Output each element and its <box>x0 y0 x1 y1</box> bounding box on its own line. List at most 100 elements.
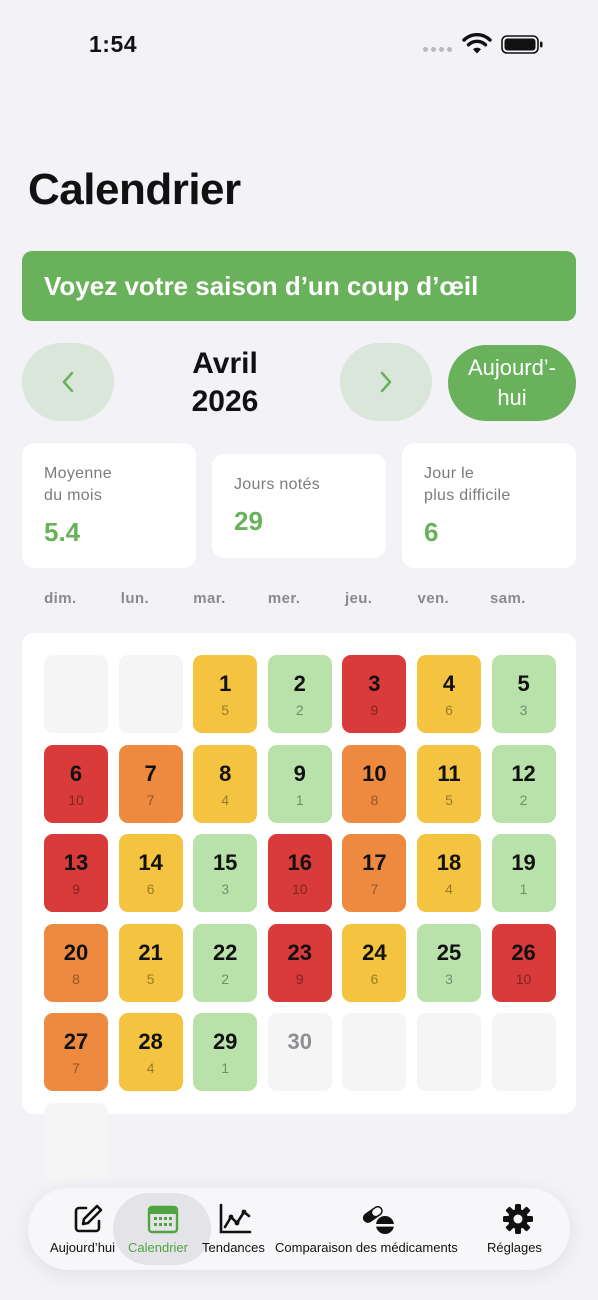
calendar-day-cell[interactable]: 53 <box>491 655 556 733</box>
calendar-day-cell[interactable]: 30 <box>267 1013 332 1091</box>
next-month-button[interactable] <box>340 343 432 421</box>
day-number: 1 <box>219 671 232 696</box>
day-number: 22 <box>212 939 238 965</box>
calendar-day-cell[interactable]: 17 7 <box>342 834 407 912</box>
calendar-day-cell[interactable]: 15 <box>193 655 258 733</box>
weekday-label: dim. <box>44 590 77 607</box>
tab-label: Réglages <box>487 1240 542 1255</box>
tab-bar: Aujourd’hui Calendrier Tendances Compara… <box>28 1188 570 1270</box>
tab-label: Tendances <box>202 1240 265 1255</box>
calendar-day-cell[interactable]: 91 <box>267 744 332 823</box>
gear-icon <box>503 1204 533 1234</box>
day-number: 7 <box>144 760 157 786</box>
calendar-day-cell[interactable]: 13 9 <box>44 834 108 912</box>
calendar-grid-card: 1 5 2 2 3 9 4 6 5 3 6 10 7 7 8 4 9 1 10 8 11 5 12 2 13 9 14 6 15 3 16 1… <box>22 633 576 1181</box>
day-score: 9 <box>295 970 304 987</box>
calendar-day-cell[interactable]: 84 <box>193 744 258 823</box>
calendar-day-cell[interactable]: 14 6 <box>118 834 183 912</box>
day-number: 26 <box>511 939 536 965</box>
season-banner: Voyez votre saison d’un coup d’œil <box>22 251 576 321</box>
day-number: 28 <box>138 1029 163 1054</box>
day-number: 24 <box>362 939 387 965</box>
stat-label: Moyenne <box>44 465 112 482</box>
day-number: 13 <box>63 850 89 875</box>
calendar-day-cell[interactable]: 27 7 <box>44 1013 108 1091</box>
calendar-day-cell[interactable]: 22 <box>267 655 332 733</box>
edit-icon <box>74 1204 103 1233</box>
calendar-day-cell[interactable]: 21 5 <box>118 923 183 1002</box>
calendar-day-cell[interactable]: 11 5 <box>416 744 481 823</box>
calendar-empty-cell <box>416 1013 481 1091</box>
stat-label: Jour le <box>424 465 475 482</box>
day-score: 6 <box>146 881 155 897</box>
day-score: 7 <box>72 1060 80 1076</box>
tab-today[interactable]: Aujourd’hui <box>50 1202 126 1262</box>
day-number: 16 <box>287 850 313 875</box>
calendar-empty-cell <box>342 1013 407 1091</box>
calendar-day-cell[interactable]: 16 10 <box>267 834 332 912</box>
day-score: 8 <box>72 970 80 987</box>
day-number: 14 <box>138 850 163 875</box>
day-number: 15 <box>212 850 238 875</box>
day-score: 4 <box>221 791 230 808</box>
day-score: 3 <box>519 702 528 718</box>
day-score: 4 <box>445 881 453 897</box>
stat-label: plus difficile <box>424 487 511 504</box>
calendar-day-cell[interactable]: 15 3 <box>193 834 258 912</box>
day-score: 5 <box>445 791 453 808</box>
day-number: 23 <box>287 939 313 965</box>
calendar-day-cell[interactable]: 46 <box>416 655 481 733</box>
day-score: 6 <box>370 970 379 987</box>
calendar-day-cell[interactable]: 29 1 <box>193 1013 258 1091</box>
day-number: 3 <box>368 671 381 696</box>
calendar-day-cell[interactable]: 22 2 <box>193 923 258 1002</box>
day-number: 9 <box>293 760 306 786</box>
month-title: Avril 2026 <box>150 345 300 421</box>
calendar-day-cell[interactable]: 19 1 <box>491 834 556 912</box>
day-score: 7 <box>146 791 155 808</box>
day-number: 19 <box>511 850 536 875</box>
calendar-day-cell[interactable]: 6 10 <box>44 744 108 823</box>
page-title: Calendrier <box>28 165 241 214</box>
calendar-day-cell[interactable]: 12 2 <box>491 744 556 823</box>
calendar-day-cell[interactable]: 25 3 <box>416 923 481 1002</box>
day-number: 8 <box>219 760 232 786</box>
weekday-label: ven. <box>417 590 450 607</box>
tab-calendar[interactable]: Calendrier <box>128 1202 212 1262</box>
day-score: 1 <box>519 881 528 897</box>
day-score: 3 <box>221 881 230 897</box>
calendar-day-cell[interactable]: 23 9 <box>267 923 332 1002</box>
calendar-day-cell[interactable]: 39 <box>342 655 407 733</box>
weekday-label: lun. <box>120 590 150 607</box>
calendar-day-cell[interactable]: 24 6 <box>342 923 407 1002</box>
today-button-line2: hui <box>497 385 527 410</box>
previous-month-button[interactable] <box>22 343 114 421</box>
tab-settings[interactable]: Réglages <box>487 1202 553 1262</box>
calendar-empty-cell <box>44 1102 108 1181</box>
today-button[interactable]: Aujourd’- hui <box>448 345 576 421</box>
day-score: 10 <box>291 881 308 897</box>
tab-trends[interactable]: Tendances <box>202 1202 272 1262</box>
weekday-label: sam. <box>489 590 526 607</box>
day-number: 12 <box>511 760 536 786</box>
day-score: 10 <box>515 970 532 987</box>
calendar-day-cell[interactable]: 20 8 <box>44 923 108 1002</box>
chevron-left-icon <box>62 371 74 393</box>
day-score: 6 <box>445 702 453 718</box>
day-score: 5 <box>146 970 155 987</box>
calendar-day-cell[interactable]: 77 <box>118 744 183 823</box>
day-number: 6 <box>69 760 83 786</box>
day-number: 11 <box>437 760 461 786</box>
battery-icon <box>501 35 543 54</box>
calendar-day-cell[interactable]: 18 4 <box>416 834 481 912</box>
calendar-day-cell[interactable]: 10 8 <box>342 744 407 823</box>
chevron-right-icon <box>380 371 392 393</box>
day-score: 1 <box>221 1060 230 1076</box>
tab-medication-comparison[interactable]: Comparaison des médicaments <box>275 1202 485 1262</box>
day-number: 30 <box>287 1029 313 1054</box>
calendar-day-cell[interactable]: 26 10 <box>491 923 556 1002</box>
tab-label: Calendrier <box>128 1240 188 1255</box>
day-number: 18 <box>436 850 462 875</box>
calendar-day-cell[interactable]: 28 4 <box>118 1013 183 1091</box>
stat-value: 6 <box>424 517 439 547</box>
